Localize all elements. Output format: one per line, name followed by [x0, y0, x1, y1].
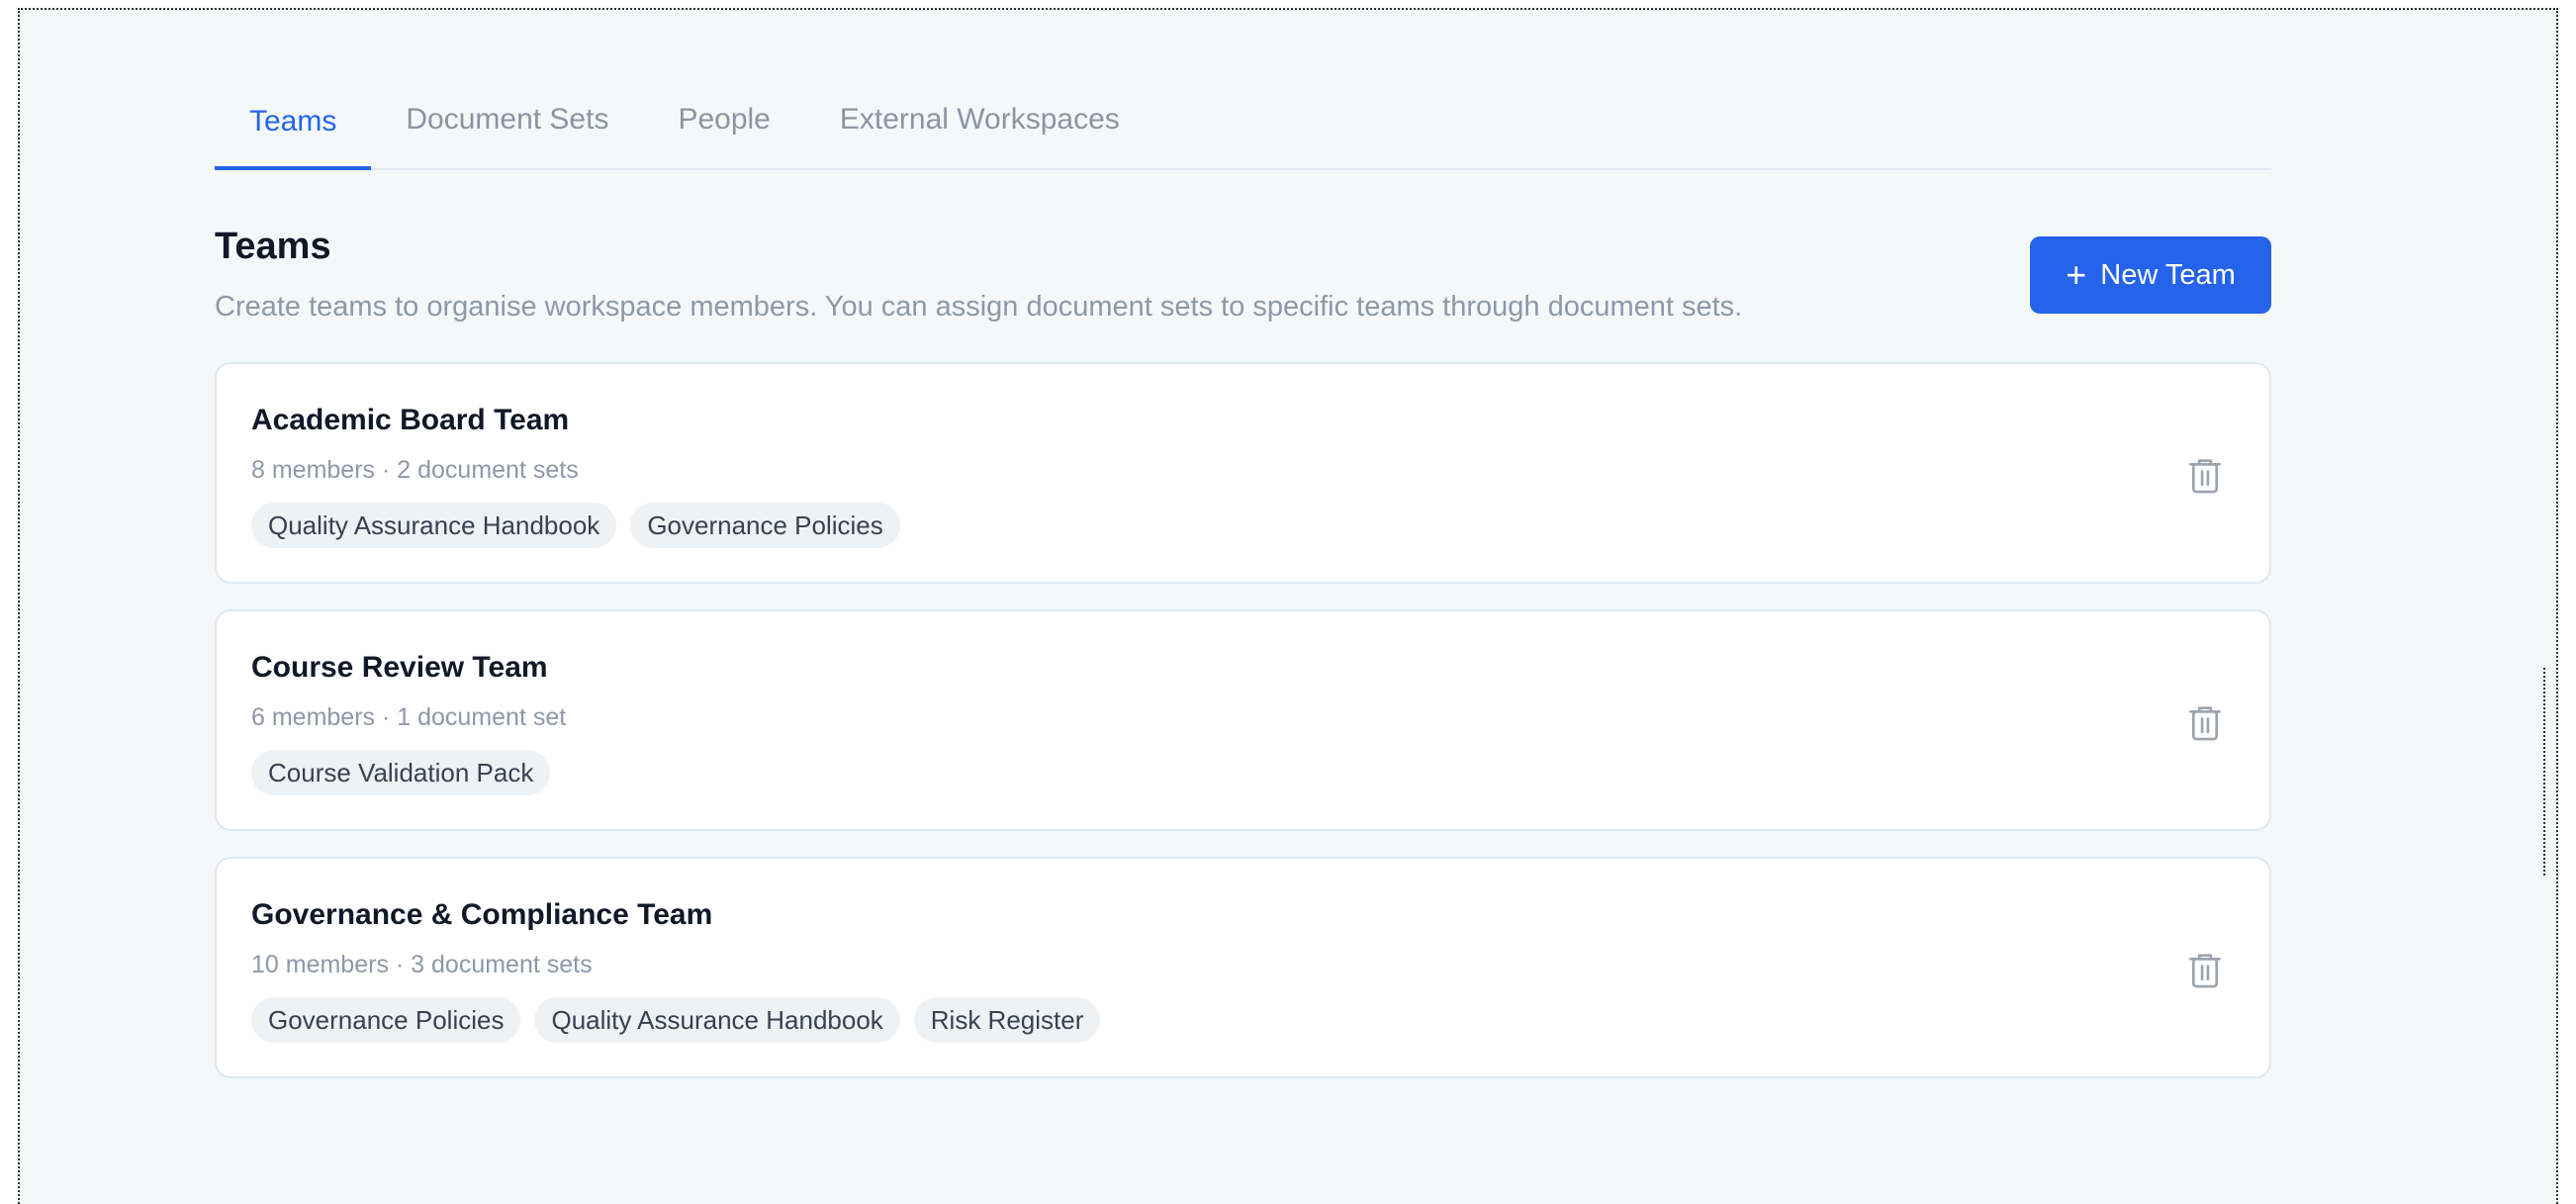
- document-set-chip: Quality Assurance Handbook: [534, 997, 900, 1043]
- app-frame: Teams Document Sets People External Work…: [18, 8, 2558, 1204]
- tab-external-workspaces[interactable]: External Workspaces: [805, 79, 1154, 168]
- document-set-chip: Governance Policies: [630, 503, 900, 548]
- team-meta: 10 members · 3 document sets: [251, 951, 593, 978]
- team-name: Course Review Team: [251, 651, 548, 684]
- document-set-chips: Course Validation Pack: [251, 750, 551, 795]
- document-set-chip: Risk Register: [913, 997, 1101, 1043]
- settings-tabs: Teams Document Sets People External Work…: [215, 79, 2271, 170]
- trash-icon[interactable]: [2187, 704, 2223, 742]
- trash-icon[interactable]: [2187, 457, 2223, 495]
- teams-list: Academic Board Team 8 members · 2 docume…: [215, 362, 2271, 1104]
- team-card[interactable]: Course Review Team 6 members · 1 documen…: [215, 609, 2271, 831]
- team-name: Governance & Compliance Team: [251, 898, 713, 931]
- tab-document-sets[interactable]: Document Sets: [371, 79, 643, 168]
- team-meta: 6 members · 1 document set: [251, 703, 567, 731]
- team-name: Academic Board Team: [251, 404, 570, 436]
- page-description: Create teams to organise workspace membe…: [215, 291, 1743, 323]
- new-team-button[interactable]: + New Team: [2030, 236, 2271, 314]
- edge-marks: [2543, 668, 2548, 876]
- document-set-chip: Quality Assurance Handbook: [251, 503, 617, 548]
- team-card[interactable]: Academic Board Team 8 members · 2 docume…: [215, 362, 2271, 584]
- tab-teams[interactable]: Teams: [215, 81, 372, 170]
- tab-people[interactable]: People: [643, 79, 804, 168]
- document-set-chips: Governance Policies Quality Assurance Ha…: [251, 997, 1101, 1043]
- document-set-chips: Quality Assurance Handbook Governance Po…: [251, 503, 900, 548]
- document-set-chip: Course Validation Pack: [251, 750, 551, 795]
- new-team-label: New Team: [2100, 258, 2236, 291]
- team-card[interactable]: Governance & Compliance Team 10 members …: [215, 857, 2271, 1078]
- document-set-chip: Governance Policies: [251, 997, 521, 1043]
- trash-icon[interactable]: [2187, 952, 2223, 989]
- page-title: Teams: [215, 226, 331, 267]
- team-meta: 8 members · 2 document sets: [251, 456, 579, 484]
- plus-icon: +: [2066, 254, 2087, 295]
